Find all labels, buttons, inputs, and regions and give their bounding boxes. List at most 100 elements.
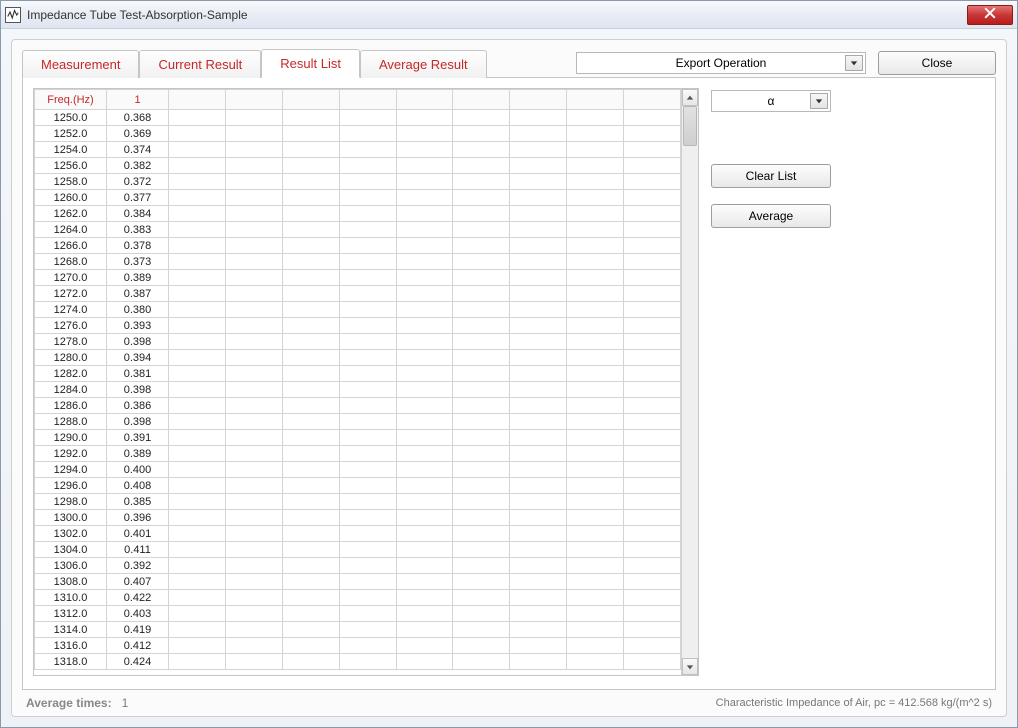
close-button[interactable]: Close [878,51,996,75]
table-row: 1258.00.372 [35,174,681,190]
cell-freq: 1300.0 [35,510,107,526]
cell-value: 0.424 [107,654,169,670]
table-row: 1306.00.392 [35,558,681,574]
cell-freq: 1284.0 [35,382,107,398]
footer-right: Characteristic Impedance of Air, pc = 41… [716,697,992,709]
scroll-down-arrow-icon[interactable] [682,658,698,675]
cell-freq: 1254.0 [35,142,107,158]
table-row: 1286.00.386 [35,398,681,414]
cell-freq: 1292.0 [35,446,107,462]
content-frame: Measurement Current Result Result List A… [11,39,1007,717]
avg-times-value: 1 [122,696,129,710]
cell-value: 0.389 [107,270,169,286]
cell-value: 0.396 [107,510,169,526]
footer: Average times: 1 Characteristic Impedanc… [22,690,996,710]
table-row: 1250.00.368 [35,110,681,126]
export-operation-select[interactable]: Export Operation [576,52,866,74]
cell-value: 0.392 [107,558,169,574]
tab-measurement[interactable]: Measurement [22,50,139,78]
cell-value: 0.407 [107,574,169,590]
table-row: 1298.00.385 [35,494,681,510]
table-row: 1300.00.396 [35,510,681,526]
clear-list-label: Clear List [746,169,797,183]
vertical-scrollbar[interactable] [681,89,698,675]
table-row: 1274.00.380 [35,302,681,318]
cell-value: 0.380 [107,302,169,318]
table-row: 1302.00.401 [35,526,681,542]
cell-value: 0.412 [107,638,169,654]
table-row: 1316.00.412 [35,638,681,654]
table-row: 1256.00.382 [35,158,681,174]
table-row: 1284.00.398 [35,382,681,398]
cell-freq: 1312.0 [35,606,107,622]
table-row: 1304.00.411 [35,542,681,558]
cell-freq: 1314.0 [35,622,107,638]
cell-value: 0.384 [107,206,169,222]
app-window: Impedance Tube Test-Absorption-Sample Me… [0,0,1018,728]
table-row: 1276.00.393 [35,318,681,334]
titlebar: Impedance Tube Test-Absorption-Sample [1,1,1017,29]
table-row: 1318.00.424 [35,654,681,670]
table-row: 1270.00.389 [35,270,681,286]
cell-freq: 1310.0 [35,590,107,606]
table-row: 1278.00.398 [35,334,681,350]
table-row: 1266.00.378 [35,238,681,254]
cell-freq: 1264.0 [35,222,107,238]
scroll-thumb[interactable] [683,106,697,146]
cell-freq: 1272.0 [35,286,107,302]
cell-value: 0.382 [107,158,169,174]
scroll-up-arrow-icon[interactable] [682,89,698,106]
tab-current-result[interactable]: Current Result [139,50,261,78]
cell-freq: 1258.0 [35,174,107,190]
tab-result-list[interactable]: Result List [261,49,360,78]
table-row: 1260.00.377 [35,190,681,206]
cell-freq: 1276.0 [35,318,107,334]
clear-list-button[interactable]: Clear List [711,164,831,188]
cell-value: 0.398 [107,382,169,398]
side-panel: α Clear List Average [711,88,831,679]
table-row: 1288.00.398 [35,414,681,430]
cell-freq: 1286.0 [35,398,107,414]
chevron-down-icon [845,55,863,71]
cell-freq: 1302.0 [35,526,107,542]
result-table: Freq.(Hz) 1 1250.00.3681252.00.3691254.0… [34,89,681,670]
tab-body: Freq.(Hz) 1 1250.00.3681252.00.3691254.0… [22,77,996,690]
cell-freq: 1308.0 [35,574,107,590]
table-row: 1262.00.384 [35,206,681,222]
average-button[interactable]: Average [711,204,831,228]
cell-freq: 1282.0 [35,366,107,382]
cell-value: 0.403 [107,606,169,622]
top-row: Measurement Current Result Result List A… [22,48,996,77]
window-close-button[interactable] [967,5,1013,25]
cell-value: 0.385 [107,494,169,510]
header-col-1: 1 [107,90,169,110]
result-table-area: Freq.(Hz) 1 1250.00.3681252.00.3691254.0… [33,88,699,676]
cell-value: 0.368 [107,110,169,126]
result-table-scroll: Freq.(Hz) 1 1250.00.3681252.00.3691254.0… [34,89,681,675]
cell-value: 0.374 [107,142,169,158]
table-row: 1314.00.419 [35,622,681,638]
cell-value: 0.422 [107,590,169,606]
table-row: 1282.00.381 [35,366,681,382]
cell-freq: 1262.0 [35,206,107,222]
tab-average-result[interactable]: Average Result [360,50,487,78]
table-row: 1308.00.407 [35,574,681,590]
cell-value: 0.398 [107,414,169,430]
cell-freq: 1288.0 [35,414,107,430]
cell-freq: 1260.0 [35,190,107,206]
table-row: 1290.00.391 [35,430,681,446]
close-icon [984,7,996,22]
app-icon [5,7,21,23]
cell-value: 0.387 [107,286,169,302]
table-row: 1280.00.394 [35,350,681,366]
scroll-track[interactable] [682,106,698,658]
chevron-down-icon [810,93,828,109]
cell-freq: 1298.0 [35,494,107,510]
cell-freq: 1306.0 [35,558,107,574]
table-header-row: Freq.(Hz) 1 [35,90,681,110]
cell-freq: 1250.0 [35,110,107,126]
parameter-select[interactable]: α [711,90,831,112]
cell-freq: 1270.0 [35,270,107,286]
cell-value: 0.377 [107,190,169,206]
footer-left: Average times: 1 [26,696,128,710]
